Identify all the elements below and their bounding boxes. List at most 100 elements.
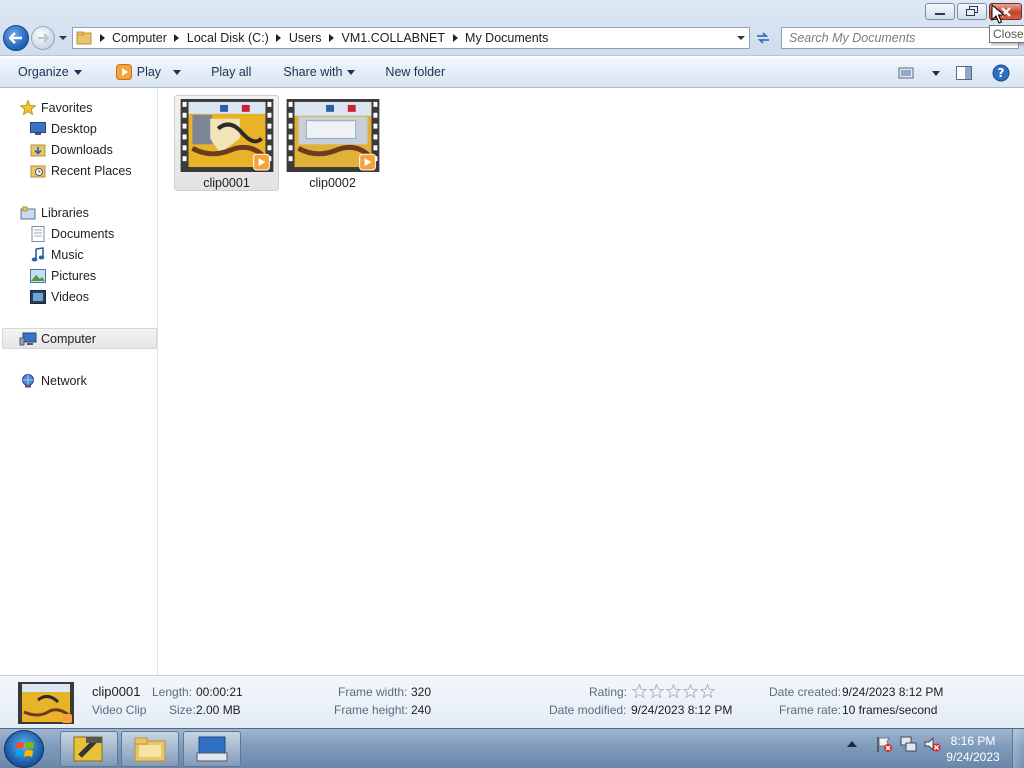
play-button[interactable]: Play — [108, 60, 189, 84]
address-bar[interactable]: Computer Local Disk (C:) Users VM1.COLLA… — [72, 27, 750, 49]
recent-pages-dropdown-icon[interactable] — [58, 34, 68, 42]
taskbar-app-explorer[interactable] — [121, 731, 179, 767]
file-list[interactable]: clip0001 clip0002 — [159, 89, 1024, 675]
nav-libraries-label: Libraries — [41, 205, 89, 220]
nav-videos-label: Videos — [51, 289, 89, 304]
nav-libraries[interactable]: Libraries — [0, 202, 157, 223]
nav-documents-label: Documents — [51, 226, 115, 241]
desktop-icon — [29, 121, 47, 137]
nav-computer[interactable]: Computer — [2, 328, 157, 349]
video-thumbnail — [286, 99, 379, 172]
breadcrumb-item[interactable]: My Documents — [462, 28, 551, 48]
star-empty-icon[interactable] — [700, 684, 715, 698]
breadcrumb-item[interactable]: VM1.COLLABNET — [339, 28, 449, 48]
taskbar-app-media[interactable] — [60, 731, 118, 767]
new-folder-button[interactable]: New folder — [377, 60, 453, 84]
arrow-right-icon — [38, 33, 49, 43]
star-empty-icon[interactable] — [683, 684, 698, 698]
nav-documents[interactable]: Documents — [0, 223, 157, 244]
search-input[interactable] — [782, 28, 1018, 48]
chevron-right-icon[interactable] — [448, 34, 462, 42]
arrow-left-icon — [9, 32, 22, 44]
breadcrumb-item[interactable]: Computer — [109, 28, 170, 48]
nav-pictures-label: Pictures — [51, 268, 97, 283]
nav-downloads[interactable]: Downloads — [0, 139, 157, 160]
change-view-button[interactable] — [898, 63, 940, 83]
video-thumbnail — [180, 99, 273, 172]
rating-stars[interactable] — [632, 684, 715, 698]
file-name: clip0001 — [203, 176, 250, 190]
breadcrumb-item[interactable]: Local Disk (C:) — [184, 28, 272, 48]
minimize-button[interactable] — [925, 3, 955, 20]
date-modified-label: Date modified: — [549, 703, 627, 717]
star-empty-icon[interactable] — [666, 684, 681, 698]
svg-text:?: ? — [998, 66, 1005, 80]
play-all-button[interactable]: Play all — [203, 60, 259, 84]
back-button[interactable] — [3, 25, 29, 51]
network-status-icon[interactable] — [899, 735, 917, 753]
chevron-up-icon[interactable] — [843, 735, 861, 753]
view-icon — [898, 67, 914, 79]
chevron-right-icon[interactable] — [272, 34, 286, 42]
chevron-right-icon[interactable] — [170, 34, 184, 42]
size-value: 2.00 MB — [196, 703, 241, 717]
frame-rate-label: Frame rate: — [779, 703, 842, 717]
pictures-icon — [29, 268, 47, 284]
preview-pane-button[interactable] — [954, 63, 974, 83]
start-button[interactable] — [4, 730, 44, 768]
file-item-clip0001[interactable]: clip0001 — [174, 95, 279, 191]
nav-videos[interactable]: Videos — [0, 286, 157, 307]
size-label: Size: — [169, 703, 196, 717]
nav-recent-places-label: Recent Places — [51, 163, 132, 178]
help-icon: ? — [992, 64, 1010, 82]
nav-desktop[interactable]: Desktop — [0, 118, 157, 139]
action-center-flag-icon[interactable] — [875, 735, 893, 753]
media-encoder-icon — [73, 736, 103, 762]
star-empty-icon[interactable] — [649, 684, 664, 698]
search-box[interactable] — [781, 27, 1019, 49]
nav-downloads-label: Downloads — [51, 142, 113, 157]
share-with-label: Share with — [283, 65, 343, 79]
share-with-button[interactable]: Share with — [275, 60, 363, 84]
nav-music[interactable]: Music — [0, 244, 157, 265]
star-empty-icon[interactable] — [632, 684, 647, 698]
network-icon — [19, 373, 37, 389]
length-value: 00:00:21 — [196, 685, 243, 699]
notification-area — [843, 735, 941, 753]
volume-muted-icon[interactable] — [923, 735, 941, 753]
play-icon — [115, 64, 132, 80]
frame-rate-value: 10 frames/second — [842, 703, 938, 717]
nav-favorites[interactable]: Favorites — [0, 97, 157, 118]
refresh-button[interactable] — [752, 27, 774, 49]
chevron-down-icon — [932, 70, 940, 76]
nav-music-label: Music — [51, 247, 84, 262]
taskbar-app-keyboard[interactable] — [183, 731, 241, 767]
details-file-type: Video Clip — [92, 703, 147, 717]
nav-computer-label: Computer — [41, 331, 96, 346]
nav-recent-places[interactable]: Recent Places — [0, 160, 157, 181]
chevron-down-icon[interactable] — [735, 32, 747, 44]
minimize-icon — [935, 12, 945, 15]
nav-desktop-label: Desktop — [51, 121, 97, 136]
chevron-right-icon[interactable] — [325, 34, 339, 42]
breadcrumb-item[interactable]: Users — [286, 28, 325, 48]
help-button[interactable]: ? — [990, 62, 1012, 84]
rating-label: Rating: — [589, 685, 628, 699]
command-bar: Organize Play Play all Share with New fo… — [0, 57, 1024, 88]
system-clock[interactable]: 8:16 PM 9/24/2023 — [940, 733, 1006, 765]
show-desktop-button[interactable] — [1012, 729, 1024, 768]
clock-date: 9/24/2023 — [946, 750, 1000, 764]
length-label: Length: — [152, 685, 193, 699]
libraries-icon — [19, 205, 37, 221]
restore-button[interactable] — [957, 3, 987, 20]
organize-button[interactable]: Organize — [10, 60, 90, 84]
nav-network[interactable]: Network — [0, 370, 157, 391]
mouse-cursor-icon — [991, 4, 1005, 24]
file-item-clip0002[interactable]: clip0002 — [280, 95, 385, 191]
chevron-right-icon[interactable] — [95, 34, 109, 42]
forward-button[interactable] — [31, 26, 55, 50]
nav-pictures[interactable]: Pictures — [0, 265, 157, 286]
file-name: clip0002 — [309, 176, 356, 190]
chevron-down-icon — [347, 69, 356, 75]
taskbar: 8:16 PM 9/24/2023 — [0, 728, 1024, 768]
